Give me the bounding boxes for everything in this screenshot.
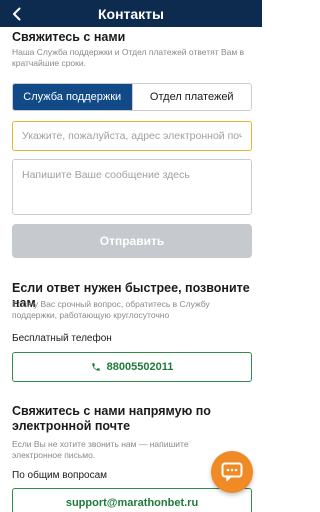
section-write-subtitle: Наша Служба поддержки и Отдел платежей о… [12, 47, 245, 68]
section-call-subtitle: Если у Вас срочный вопрос, обратитесь в … [12, 299, 210, 320]
department-tabs: Служба поддержки Отдел платежей [12, 83, 252, 111]
message-field[interactable] [12, 159, 252, 215]
section-email-title: Свяжитесь с нами напрямую по электронной… [12, 404, 211, 433]
app-header: Контакты [0, 0, 262, 27]
tab-support[interactable]: Служба поддержки [13, 84, 132, 110]
page-title: Контакты [97, 5, 164, 22]
phone-label: Бесплатный телефон [12, 333, 112, 344]
phone-button[interactable]: 88005502011 [12, 352, 252, 382]
section-write-title: Свяжитесь с нами [12, 30, 126, 44]
send-button[interactable]: Отправить [12, 224, 252, 258]
chevron-left-icon [13, 7, 21, 21]
general-questions-label: По общим вопросам [12, 470, 108, 481]
phone-number: 88005502011 [106, 361, 174, 373]
chat-icon [221, 462, 243, 482]
tab-payments[interactable]: Отдел платежей [131, 84, 251, 110]
email-field[interactable] [12, 121, 252, 151]
back-button[interactable] [6, 3, 28, 25]
support-email-link[interactable]: support@marathonbet.ru [12, 488, 252, 512]
phone-icon [91, 363, 100, 371]
chat-button[interactable] [211, 451, 253, 493]
section-email-subtitle: Если Вы не хотите звонить нам — напишите… [12, 439, 189, 460]
